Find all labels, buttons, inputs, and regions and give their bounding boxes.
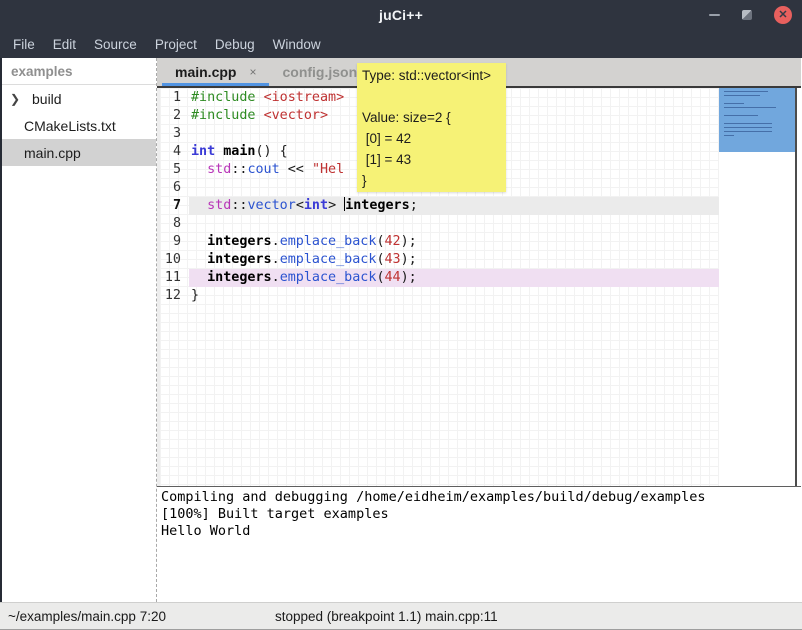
titlebar: juCi++ ✕	[0, 0, 802, 30]
tab-label: config.json	[282, 64, 357, 80]
menu-edit[interactable]: Edit	[44, 32, 85, 57]
line-content: }	[189, 287, 719, 305]
line-number[interactable]: 4	[157, 143, 189, 161]
sidebar-item-cmakelists-txt[interactable]: CMakeLists.txt	[2, 112, 156, 139]
status-bar: ~/examples/main.cpp 7:20 stopped (breakp…	[0, 602, 802, 630]
tooltip-value-line: [1] = 43	[362, 149, 501, 170]
window-controls: ✕	[709, 0, 792, 30]
restore-icon[interactable]	[742, 10, 752, 20]
menubar: FileEditSourceProjectDebugWindow	[0, 30, 802, 58]
menu-window[interactable]: Window	[264, 32, 330, 57]
file-label: build	[32, 91, 62, 107]
sidebar-item-build[interactable]: ❯ build	[2, 85, 156, 112]
minimap-code-line	[724, 123, 772, 124]
minimap-code-line	[724, 103, 744, 104]
tooltip-type-line: Type: std::vector<int>	[362, 65, 501, 86]
code-line-8[interactable]: 8	[157, 215, 719, 233]
minimap[interactable]	[719, 88, 795, 486]
window-title: juCi++	[379, 7, 423, 23]
tab-config-json[interactable]: config.json	[269, 58, 370, 86]
line-content: std::vector<int> integers;	[189, 197, 719, 215]
line-number[interactable]: 9	[157, 233, 189, 251]
minimap-code-line	[724, 95, 760, 96]
output-line: Compiling and debugging /home/eidheim/ex…	[161, 489, 801, 506]
line-number[interactable]: 8	[157, 215, 189, 233]
line-number[interactable]: 5	[157, 161, 189, 179]
tooltip-value-line	[362, 86, 501, 107]
tab-label: main.cpp	[175, 64, 236, 80]
active-tab-indicator	[162, 83, 269, 86]
close-icon[interactable]: ×	[249, 65, 256, 79]
file-label: CMakeLists.txt	[24, 118, 116, 134]
line-number[interactable]: 2	[157, 107, 189, 125]
minimize-icon[interactable]	[709, 14, 720, 16]
status-debug-state: stopped (breakpoint 1.1) main.cpp:11	[275, 609, 498, 624]
status-file-location: ~/examples/main.cpp 7:20	[8, 609, 166, 624]
line-content: integers.emplace_back(42);	[189, 233, 719, 251]
code-line-10[interactable]: 10 integers.emplace_back(43);	[157, 251, 719, 269]
minimap-code-line	[724, 107, 776, 108]
tooltip-value-line: [0] = 42	[362, 128, 501, 149]
file-label: main.cpp	[24, 145, 81, 161]
code-line-7[interactable]: 7 std::vector<int> integers;	[157, 197, 719, 215]
output-line: [100%] Built target examples	[161, 506, 801, 523]
line-number[interactable]: 6	[157, 179, 189, 197]
tab-main-cpp[interactable]: main.cpp ×	[162, 58, 269, 86]
minimap-code-line	[724, 115, 758, 116]
line-number[interactable]: 7	[157, 197, 189, 215]
minimap-code-line	[724, 135, 734, 136]
chevron-right-icon: ❯	[10, 92, 24, 106]
menu-file[interactable]: File	[4, 32, 44, 57]
juci-window: { "window": { "title": "juCi++" }, "titl…	[0, 0, 802, 630]
line-number[interactable]: 11	[157, 269, 189, 287]
line-content: integers.emplace_back(43);	[189, 251, 719, 269]
tooltip-value-line: Value: size=2 {	[362, 107, 501, 128]
line-number[interactable]: 1	[157, 89, 189, 107]
minimap-code-line	[724, 91, 768, 92]
file-tree: ❯ build CMakeLists.txt main.cpp	[2, 85, 156, 166]
line-content	[189, 215, 719, 233]
line-number[interactable]: 10	[157, 251, 189, 269]
code-line-9[interactable]: 9 integers.emplace_back(42);	[157, 233, 719, 251]
output-panel[interactable]: Compiling and debugging /home/eidheim/ex…	[157, 486, 801, 602]
editor-right-border	[795, 88, 797, 486]
file-tree-sidebar: examples ❯ build CMakeLists.txt main.cpp	[0, 58, 157, 602]
line-number[interactable]: 12	[157, 287, 189, 305]
minimap-viewport[interactable]	[719, 88, 795, 152]
minimap-code-line	[724, 131, 772, 132]
code-line-11[interactable]: 11 integers.emplace_back(44);	[157, 269, 719, 287]
output-line: Hello World	[161, 523, 801, 540]
line-content: integers.emplace_back(44);	[189, 269, 719, 287]
debug-value-tooltip: Type: std::vector<int> Value: size=2 { […	[357, 63, 506, 192]
sidebar-item-main-cpp[interactable]: main.cpp	[2, 139, 156, 166]
tooltip-value-line: }	[362, 170, 501, 191]
menu-debug[interactable]: Debug	[206, 32, 264, 57]
code-line-12[interactable]: 12}	[157, 287, 719, 305]
minimap-code-line	[724, 127, 772, 128]
menu-project[interactable]: Project	[146, 32, 206, 57]
project-name: examples	[2, 58, 156, 85]
line-number[interactable]: 3	[157, 125, 189, 143]
menu-source[interactable]: Source	[85, 32, 146, 57]
close-icon[interactable]: ✕	[774, 6, 792, 24]
